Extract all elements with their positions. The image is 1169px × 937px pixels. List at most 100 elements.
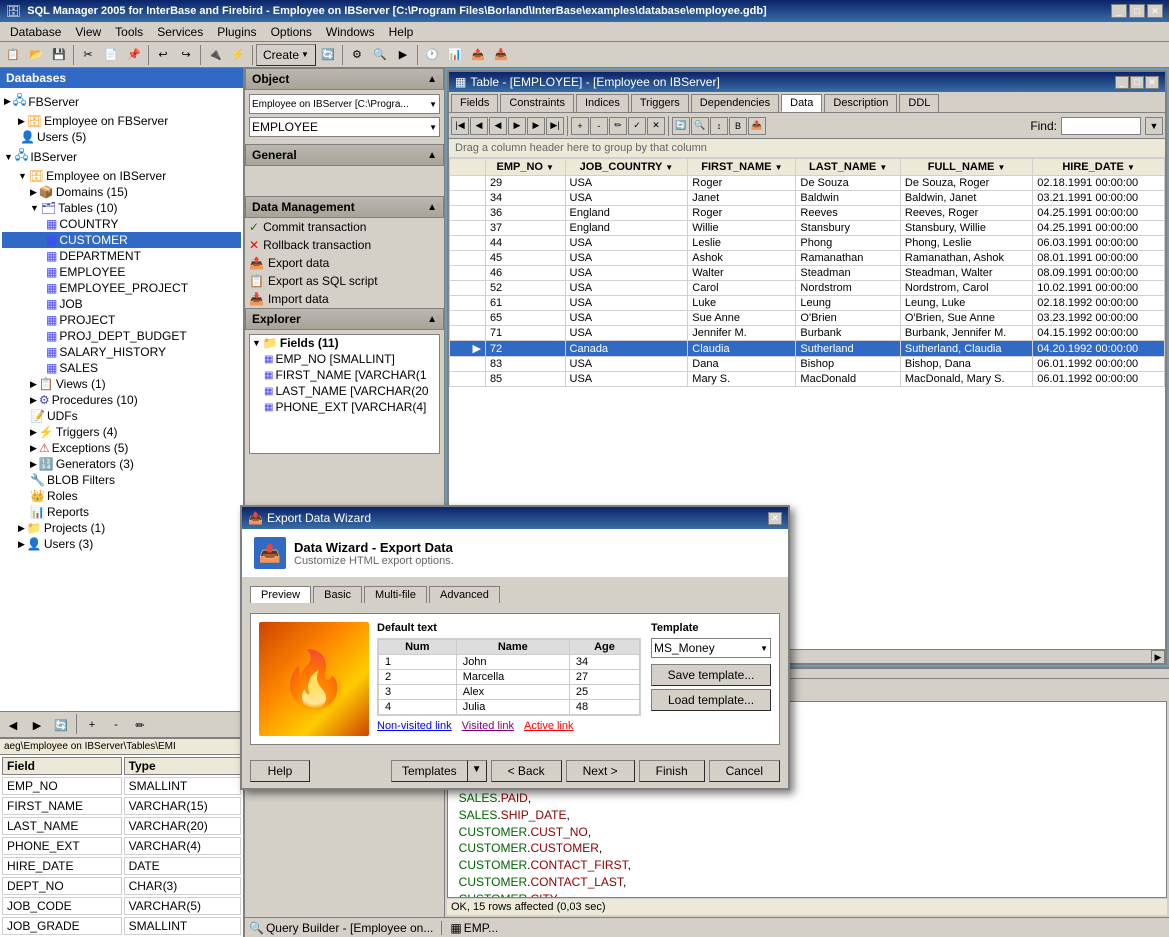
menu-tools[interactable]: Tools <box>109 24 149 40</box>
minimize-button[interactable]: _ <box>1111 4 1127 18</box>
data-refresh-button[interactable]: 🔄 <box>672 117 690 135</box>
commit-transaction-item[interactable]: ✓ Commit transaction <box>245 218 444 236</box>
tab-dependencies[interactable]: Dependencies <box>691 94 779 112</box>
data-filter-button[interactable]: 🔍 <box>691 117 709 135</box>
scroll-right-button[interactable]: ▶ <box>1151 650 1165 664</box>
tree-ibserver-employee[interactable]: ▼ 🗄 Employee on IBServer <box>2 168 241 184</box>
tb-open[interactable]: 📂 <box>25 44 47 66</box>
tree-exceptions[interactable]: ▶ ⚠ Exceptions (5) <box>2 440 241 456</box>
menu-services[interactable]: Services <box>151 24 209 40</box>
tab-indices[interactable]: Indices <box>576 94 629 112</box>
tree-blob-filters[interactable]: 🔧 BLOB Filters <box>2 472 241 488</box>
tree-generators[interactable]: ▶ 🔢 Generators (3) <box>2 456 241 472</box>
exp-phoneext[interactable]: ▦ PHONE_EXT [VARCHAR(4] <box>250 399 439 415</box>
close-button[interactable]: ✕ <box>1147 4 1163 18</box>
dialog-tab-basic[interactable]: Basic <box>313 586 362 603</box>
tb-import[interactable]: 📥 <box>490 44 512 66</box>
exp-empno[interactable]: ▦ EMP_NO [SMALLINT] <box>250 351 439 367</box>
menu-database[interactable]: Database <box>4 24 67 40</box>
tree-fbserver[interactable]: ▶ 🖧 FBServer <box>2 90 241 113</box>
nav-prev2-button[interactable]: ◀ <box>489 117 507 135</box>
tb-chart[interactable]: 📊 <box>444 44 466 66</box>
col-lastname[interactable]: LAST_NAME ▼ <box>796 159 900 176</box>
table-row[interactable]: 46 USA Walter Steadman Steadman, Walter … <box>450 266 1165 281</box>
tree-salary-history[interactable]: ▦ SALARY_HISTORY <box>2 344 241 360</box>
table-row[interactable]: 44 USA Leslie Phong Phong, Leslie 06.03.… <box>450 236 1165 251</box>
tree-fbserver-users[interactable]: 👤 Users (5) <box>2 129 241 145</box>
fields-table-row[interactable]: DEPT_NOCHAR(3) <box>2 877 241 895</box>
menu-help[interactable]: Help <box>383 24 420 40</box>
fields-table-row[interactable]: EMP_NOSMALLINT <box>2 777 241 795</box>
cancel-button[interactable]: Cancel <box>709 760 780 782</box>
col-hiredate[interactable]: HIRE_DATE ▼ <box>1033 159 1165 176</box>
data-blob-button[interactable]: B <box>729 117 747 135</box>
tab-data[interactable]: Data <box>781 94 822 112</box>
fields-table-row[interactable]: LAST_NAMEVARCHAR(20) <box>2 817 241 835</box>
finish-button[interactable]: Finish <box>639 760 705 782</box>
table-row[interactable]: 36 England Roger Reeves Reeves, Roger 04… <box>450 206 1165 221</box>
databases-tree[interactable]: ▶ 🖧 FBServer ▶ 🗄 Employee on FBServer 👤 … <box>0 88 243 711</box>
data-post-button[interactable]: ✓ <box>628 117 646 135</box>
tree-sales[interactable]: ▦ SALES <box>2 360 241 376</box>
data-edit-button[interactable]: ✏ <box>609 117 627 135</box>
dialog-close-button[interactable]: ✕ <box>768 512 782 525</box>
export-sql-item[interactable]: 📋 Export as SQL script <box>245 272 444 290</box>
non-visited-link[interactable]: Non-visited link <box>377 720 452 732</box>
exp-lastname[interactable]: ▦ LAST_NAME [VARCHAR(20 <box>250 383 439 399</box>
object-combo1[interactable]: Employee on IBServer [C:\Progra... ▼ <box>249 94 440 114</box>
tree-procedures[interactable]: ▶ ⚙ Procedures (10) <box>2 392 241 408</box>
tree-ibserver-users[interactable]: ▶ 👤 Users (3) <box>2 536 241 552</box>
explorer-tree[interactable]: ▼ 📁 Fields (11) ▦ EMP_NO [SMALLINT] ▦ FI… <box>249 334 440 454</box>
table-maximize-button[interactable]: □ <box>1130 76 1144 89</box>
col-firstname[interactable]: FIRST_NAME ▼ <box>688 159 796 176</box>
tb-new[interactable]: 📋 <box>2 44 24 66</box>
table-row[interactable]: 34 USA Janet Baldwin Baldwin, Janet 03.2… <box>450 191 1165 206</box>
nav-prev-button[interactable]: ◀ <box>470 117 488 135</box>
tree-employee[interactable]: ▦ EMPLOYEE <box>2 264 241 280</box>
exp-firstname[interactable]: ▦ FIRST_NAME [VARCHAR(1 <box>250 367 439 383</box>
back-button[interactable]: < Back <box>491 760 562 782</box>
find-execute-button[interactable]: ▼ <box>1145 117 1163 135</box>
nav-first-button[interactable]: |◀ <box>451 117 469 135</box>
tb-cut[interactable]: ✂ <box>77 44 99 66</box>
tree-proj-dept-budget[interactable]: ▦ PROJ_DEPT_BUDGET <box>2 328 241 344</box>
template-combo[interactable]: MS_Money ▼ <box>651 638 771 658</box>
create-dropdown-icon[interactable]: ▼ <box>301 50 309 59</box>
table-row[interactable]: 61 USA Luke Leung Leung, Luke 02.18.1992… <box>450 296 1165 311</box>
import-data-item[interactable]: 📥 Import data <box>245 290 444 308</box>
tb-save[interactable]: 💾 <box>48 44 70 66</box>
left-tb-btn2[interactable]: ▶ <box>26 714 48 736</box>
dialog-tab-multifile[interactable]: Multi-file <box>364 586 427 603</box>
table-row[interactable]: 45 USA Ashok Ramanathan Ramanathan, Asho… <box>450 251 1165 266</box>
table-row[interactable]: 65 USA Sue Anne O'Brien O'Brien, Sue Ann… <box>450 311 1165 326</box>
table-row[interactable]: ▶ 72 Canada Claudia Sutherland Sutherlan… <box>450 341 1165 357</box>
dialog-tab-advanced[interactable]: Advanced <box>429 586 500 603</box>
tree-country[interactable]: ▦ COUNTRY <box>2 216 241 232</box>
tb-run[interactable]: ▶ <box>392 44 414 66</box>
load-template-button[interactable]: Load template... <box>651 689 771 711</box>
tab-triggers[interactable]: Triggers <box>631 94 689 112</box>
fields-table-row[interactable]: FIRST_NAMEVARCHAR(15) <box>2 797 241 815</box>
general-section-header[interactable]: General ▲ <box>245 144 444 166</box>
table-row[interactable]: 37 England Willie Stansbury Stansbury, W… <box>450 221 1165 236</box>
maximize-button[interactable]: □ <box>1129 4 1145 18</box>
menu-plugins[interactable]: Plugins <box>211 24 262 40</box>
tree-tables[interactable]: ▼ 🗂 Tables (10) <box>2 200 241 216</box>
explorer-section-header[interactable]: Explorer ▲ <box>245 308 444 330</box>
templates-dropdown-button[interactable]: ▼ <box>468 760 487 782</box>
tab-description[interactable]: Description <box>824 94 897 112</box>
tab-ddl[interactable]: DDL <box>899 94 939 112</box>
data-cancel-edit-button[interactable]: ✕ <box>647 117 665 135</box>
tree-triggers[interactable]: ▶ ⚡ Triggers (4) <box>2 424 241 440</box>
table-row[interactable]: 71 USA Jennifer M. Burbank Burbank, Jenn… <box>450 326 1165 341</box>
tree-customer[interactable]: ▦ CUSTOMER <box>2 232 241 248</box>
export-data-item[interactable]: 📤 Export data <box>245 254 444 272</box>
tree-department[interactable]: ▦ DEPARTMENT <box>2 248 241 264</box>
tree-employee-project[interactable]: ▦ EMPLOYEE_PROJECT <box>2 280 241 296</box>
nav-next2-button[interactable]: ▶ <box>527 117 545 135</box>
table-row[interactable]: 83 USA Dana Bishop Bishop, Dana 06.01.19… <box>450 357 1165 372</box>
tree-ibserver[interactable]: ▼ 🖧 IBServer <box>2 145 241 168</box>
left-tb-btn6[interactable]: ✏ <box>129 714 151 736</box>
tab-fields[interactable]: Fields <box>451 94 498 112</box>
tb-copy[interactable]: 📄 <box>100 44 122 66</box>
